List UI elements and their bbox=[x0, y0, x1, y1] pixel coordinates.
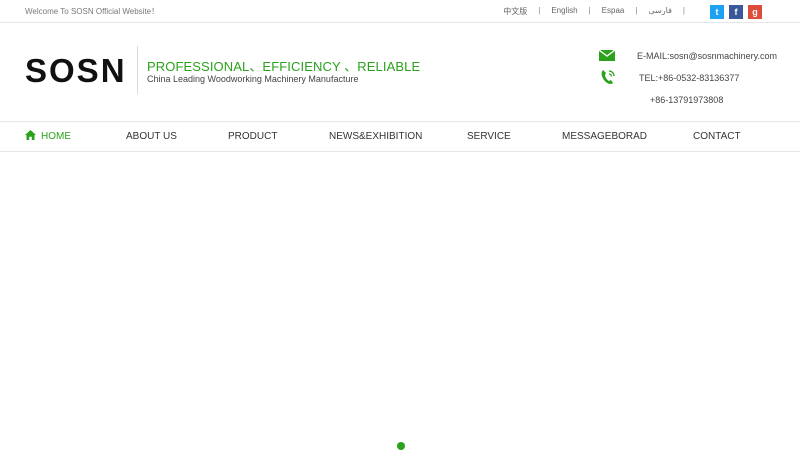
lang-english[interactable]: English bbox=[551, 6, 577, 17]
facebook-icon[interactable]: f bbox=[729, 5, 743, 19]
phone-icon bbox=[601, 70, 615, 84]
lang-separator: | bbox=[682, 6, 685, 15]
lang-separator: | bbox=[538, 6, 541, 15]
nav-about-us[interactable]: ABOUT US bbox=[126, 123, 177, 151]
contact-mobile[interactable]: +86-13791973808 bbox=[650, 95, 723, 105]
hero-banner bbox=[0, 152, 800, 450]
contact-tel[interactable]: TEL:+86-0532-83136377 bbox=[639, 73, 739, 83]
contact-email[interactable]: E-MAIL:sosn@sosnmachinery.com bbox=[637, 51, 777, 61]
logo-divider bbox=[137, 46, 138, 94]
slider-dot[interactable] bbox=[397, 442, 405, 450]
logo-text: SOSN bbox=[25, 52, 125, 88]
lang-chinese[interactable]: 中文版 bbox=[503, 6, 527, 17]
nav-home-label: HOME bbox=[41, 131, 71, 142]
mail-icon bbox=[599, 50, 615, 61]
lang-spanish[interactable]: Espaa bbox=[602, 6, 625, 17]
twitter-icon[interactable]: t bbox=[710, 5, 724, 19]
lang-separator: | bbox=[635, 6, 638, 15]
nav-service[interactable]: SERVICE bbox=[467, 123, 511, 151]
slogan: PROFESSIONAL、EFFICIENCY 、RELIABLE bbox=[147, 59, 421, 74]
home-icon bbox=[25, 130, 36, 140]
nav-contact[interactable]: CONTACT bbox=[693, 123, 741, 151]
social-links: t f g bbox=[710, 5, 762, 19]
nav-home[interactable]: HOME bbox=[25, 123, 71, 151]
welcome-text: Welcome To SOSN Official Website！ bbox=[25, 7, 160, 16]
top-bar: Welcome To SOSN Official Website！ 中文版 | … bbox=[0, 0, 800, 23]
nav-product[interactable]: PRODUCT bbox=[228, 123, 277, 151]
nav-messageboard[interactable]: MESSAGEBORAD bbox=[562, 123, 647, 151]
lang-persian[interactable]: فارسی bbox=[648, 6, 672, 17]
main-nav: HOME ABOUT US PRODUCT NEWS&EXHIBITION SE… bbox=[0, 123, 800, 152]
tagline: China Leading Woodworking Machinery Manu… bbox=[147, 74, 359, 84]
sosn-logo[interactable]: SOSN bbox=[25, 52, 125, 88]
lang-separator: | bbox=[588, 6, 591, 15]
site-header: SOSN PROFESSIONAL、EFFICIENCY 、RELIABLE C… bbox=[0, 24, 800, 122]
nav-news-exhibition[interactable]: NEWS&EXHIBITION bbox=[329, 123, 422, 151]
language-switcher: 中文版 | English | Espaa | فارسی | bbox=[503, 6, 696, 17]
google-plus-icon[interactable]: g bbox=[748, 5, 762, 19]
